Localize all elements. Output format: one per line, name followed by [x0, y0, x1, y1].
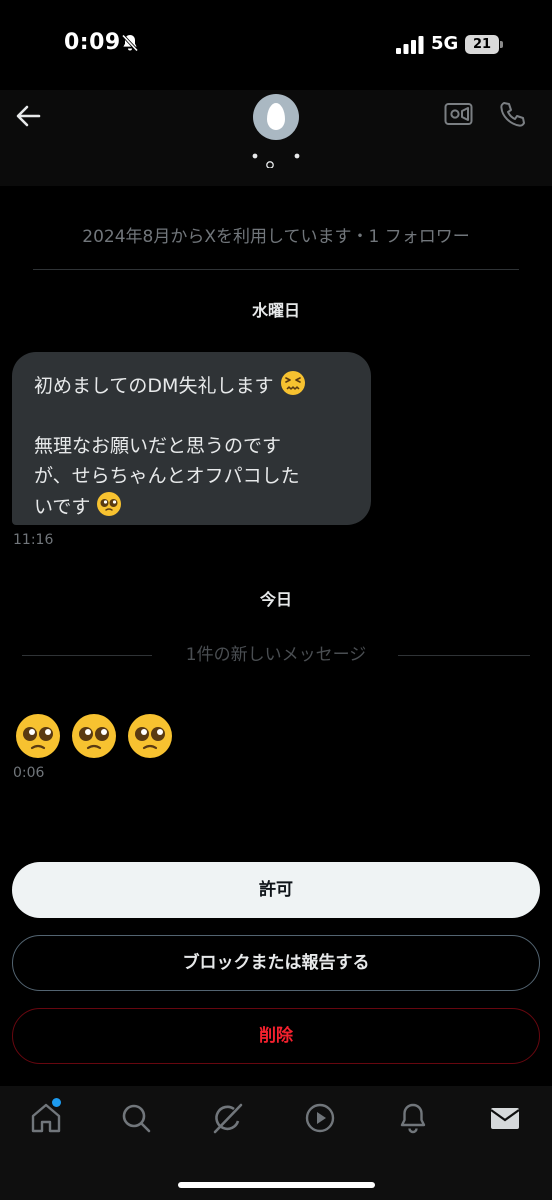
notification-dot — [52, 1098, 61, 1107]
date-separator: 今日 — [259, 590, 292, 609]
bottom-tab-bar — [0, 1086, 552, 1200]
contact-name[interactable] — [248, 148, 304, 168]
pleading-face-emoji-icon — [97, 492, 122, 516]
default-egg-avatar-icon — [267, 103, 285, 130]
date-separator: 水曜日 — [251, 301, 300, 320]
pleading-face-emoji-icon — [72, 714, 116, 758]
new-messages-divider: 1件の新しいメッセージ — [0, 642, 552, 668]
pleading-face-emoji-icon — [128, 714, 172, 758]
delete-button[interactable]: 削除 — [12, 1008, 540, 1064]
search-icon — [122, 1104, 151, 1133]
bell-off-icon — [121, 34, 139, 52]
message-timestamp: 11:16 — [13, 532, 54, 548]
message-text: が、せらちゃんとオフパコした — [34, 465, 300, 487]
message-text: 無理なお願いだと思うのです — [34, 435, 282, 457]
bell-icon — [400, 1103, 426, 1134]
tab-search[interactable] — [118, 1100, 154, 1136]
tab-video[interactable] — [302, 1100, 338, 1136]
tab-notifications[interactable] — [395, 1100, 431, 1136]
arrow-left-icon[interactable] — [14, 102, 42, 130]
home-indicator — [178, 1182, 375, 1188]
conversation-header — [0, 90, 552, 186]
emoji-message[interactable] — [14, 712, 184, 760]
battery-level: 21 — [472, 37, 492, 52]
message-text: 初めましてのDM失礼します — [34, 375, 274, 397]
message-timestamp: 0:06 — [13, 765, 45, 781]
divider — [33, 269, 519, 270]
mail-icon — [490, 1108, 520, 1129]
tab-messages[interactable] — [487, 1100, 523, 1136]
block-report-button[interactable]: ブロックまたは報告する — [12, 935, 540, 991]
phone-icon[interactable] — [498, 100, 526, 128]
tab-grok[interactable] — [210, 1100, 246, 1136]
play-icon — [305, 1103, 335, 1133]
allow-button[interactable]: 許可 — [12, 862, 540, 918]
status-time: 0:09 — [64, 30, 121, 55]
message-text: いです — [34, 496, 91, 518]
battery-icon: 21 — [465, 35, 503, 54]
cellular-signal-icon — [396, 36, 424, 54]
message-bubble[interactable]: 初めましてのDM失礼します 無理なお願いだと思うのです が、せらちゃんとオフパコ… — [12, 352, 371, 525]
video-camera-icon[interactable] — [444, 102, 474, 126]
avatar[interactable] — [253, 94, 299, 140]
grok-icon — [213, 1103, 243, 1134]
confounded-face-emoji-icon — [280, 371, 305, 395]
profile-summary: 2024年8月からXを利用しています・1 フォロワー — [82, 227, 470, 247]
status-bar: 0:09 5G 21 — [0, 0, 552, 90]
tab-home[interactable] — [28, 1098, 64, 1136]
network-type: 5G — [431, 33, 459, 54]
pleading-face-emoji-icon — [16, 714, 60, 758]
